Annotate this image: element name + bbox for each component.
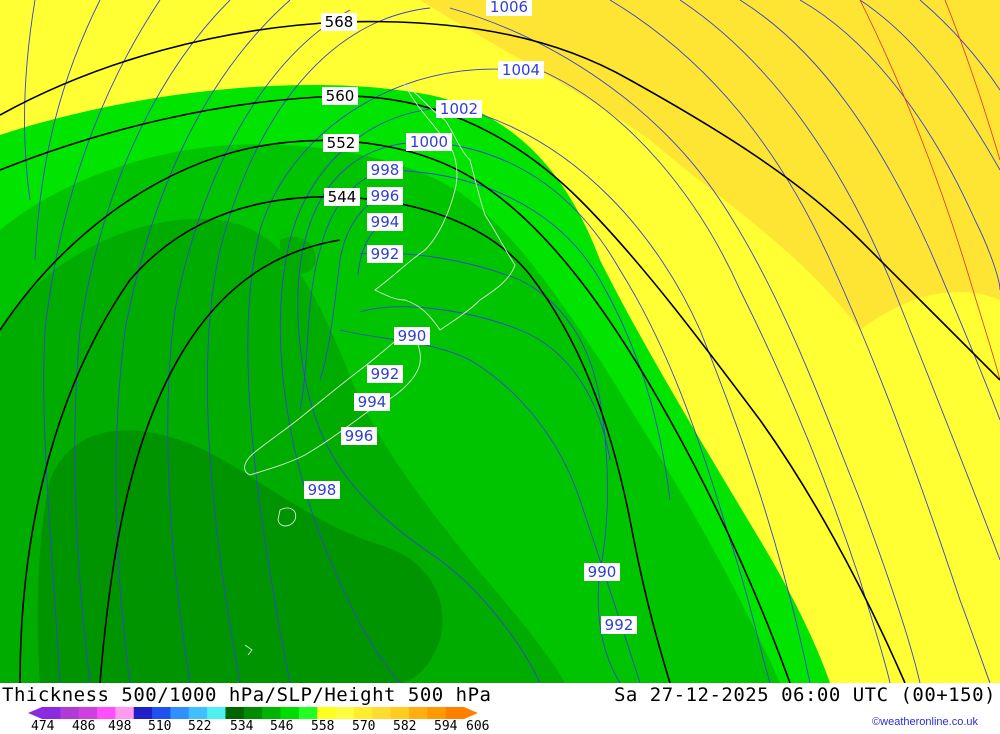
svg-text:990: 990 bbox=[398, 327, 427, 345]
svg-text:568: 568 bbox=[325, 13, 354, 31]
legend-swatch bbox=[427, 707, 447, 719]
legend-swatch bbox=[97, 707, 116, 719]
legend-swatch bbox=[133, 707, 153, 719]
svg-text:996: 996 bbox=[371, 187, 400, 205]
legend-swatch bbox=[60, 707, 80, 719]
legend-label: 474 bbox=[31, 719, 55, 734]
height-label: 568 bbox=[321, 13, 357, 31]
slp-label: 992 bbox=[601, 616, 637, 634]
svg-text:544: 544 bbox=[328, 188, 357, 206]
legend-swatch bbox=[42, 707, 61, 719]
legend-arrow-left bbox=[28, 707, 42, 719]
svg-text:992: 992 bbox=[605, 616, 634, 634]
legend-label: 594 bbox=[434, 719, 458, 734]
legend-label: 582 bbox=[393, 719, 417, 734]
legend-swatch bbox=[353, 707, 373, 719]
legend-swatch bbox=[445, 707, 465, 719]
svg-text:1004: 1004 bbox=[502, 61, 540, 79]
legend-swatch bbox=[280, 707, 300, 719]
svg-text:992: 992 bbox=[371, 245, 400, 263]
legend-label: 498 bbox=[108, 719, 132, 734]
slp-label: 998 bbox=[304, 481, 340, 499]
svg-text:994: 994 bbox=[371, 213, 400, 231]
legend-swatch bbox=[170, 707, 190, 719]
svg-text:1006: 1006 bbox=[490, 0, 528, 16]
legend-swatch bbox=[262, 707, 282, 719]
legend-labels: 474 486 498 510 522 534 546 558 570 582 594 606 bbox=[0, 719, 520, 734]
legend-swatch bbox=[115, 707, 135, 719]
svg-text:998: 998 bbox=[308, 481, 337, 499]
slp-label: 990 bbox=[394, 327, 430, 345]
svg-text:1000: 1000 bbox=[410, 133, 448, 151]
slp-label: 996 bbox=[367, 187, 403, 205]
svg-text:560: 560 bbox=[326, 87, 355, 105]
legend-label: 606 bbox=[466, 719, 490, 734]
slp-label: 998 bbox=[367, 161, 403, 179]
chart-title: Thickness 500/1000 hPa/SLP/Height 500 hP… bbox=[2, 684, 492, 706]
slp-label: 994 bbox=[367, 213, 403, 231]
credit-link[interactable]: ©weatheronline.co.uk bbox=[872, 716, 978, 728]
forecast-datetime: Sa 27-12-2025 06:00 UTC (00+150) bbox=[613, 684, 996, 706]
slp-label: 1002 bbox=[436, 100, 482, 118]
slp-label: 1000 bbox=[406, 133, 452, 151]
legend-swatch bbox=[335, 707, 355, 719]
legend-label: 486 bbox=[72, 719, 96, 734]
svg-text:998: 998 bbox=[371, 161, 400, 179]
height-label: 552 bbox=[323, 134, 359, 152]
svg-text:992: 992 bbox=[371, 365, 400, 383]
slp-label: 992 bbox=[367, 245, 403, 263]
legend-swatch bbox=[188, 707, 208, 719]
height-label: 560 bbox=[322, 87, 358, 105]
legend-swatch bbox=[408, 707, 428, 719]
legend-swatch bbox=[317, 707, 337, 719]
slp-label: 994 bbox=[354, 393, 390, 411]
slp-label: 992 bbox=[367, 365, 403, 383]
legend-swatch bbox=[207, 707, 226, 719]
legend-swatch bbox=[225, 707, 245, 719]
legend-arrow-right bbox=[464, 707, 478, 719]
slp-label: 996 bbox=[341, 427, 377, 445]
legend-swatch bbox=[243, 707, 263, 719]
legend-swatch bbox=[372, 707, 392, 719]
svg-text:990: 990 bbox=[588, 563, 617, 581]
legend-label: 558 bbox=[311, 719, 335, 734]
svg-text:994: 994 bbox=[358, 393, 387, 411]
svg-text:552: 552 bbox=[327, 134, 356, 152]
legend-label: 510 bbox=[148, 719, 172, 734]
svg-text:996: 996 bbox=[345, 427, 374, 445]
weather-map: 1006 1004 1002 1000 998 996 994 992 990 … bbox=[0, 0, 1000, 683]
legend-label: 546 bbox=[270, 719, 294, 734]
height-label: 544 bbox=[324, 188, 360, 206]
legend-swatch bbox=[298, 707, 318, 719]
legend-label: 570 bbox=[352, 719, 376, 734]
slp-label: 990 bbox=[584, 563, 620, 581]
legend-swatch bbox=[78, 707, 98, 719]
legend-label: 522 bbox=[188, 719, 212, 734]
legend-label: 534 bbox=[230, 719, 254, 734]
svg-text:1002: 1002 bbox=[440, 100, 478, 118]
legend-swatch bbox=[152, 707, 171, 719]
slp-label: 1004 bbox=[498, 61, 544, 79]
slp-label: 1006 bbox=[486, 0, 532, 16]
legend-swatch bbox=[390, 707, 410, 719]
